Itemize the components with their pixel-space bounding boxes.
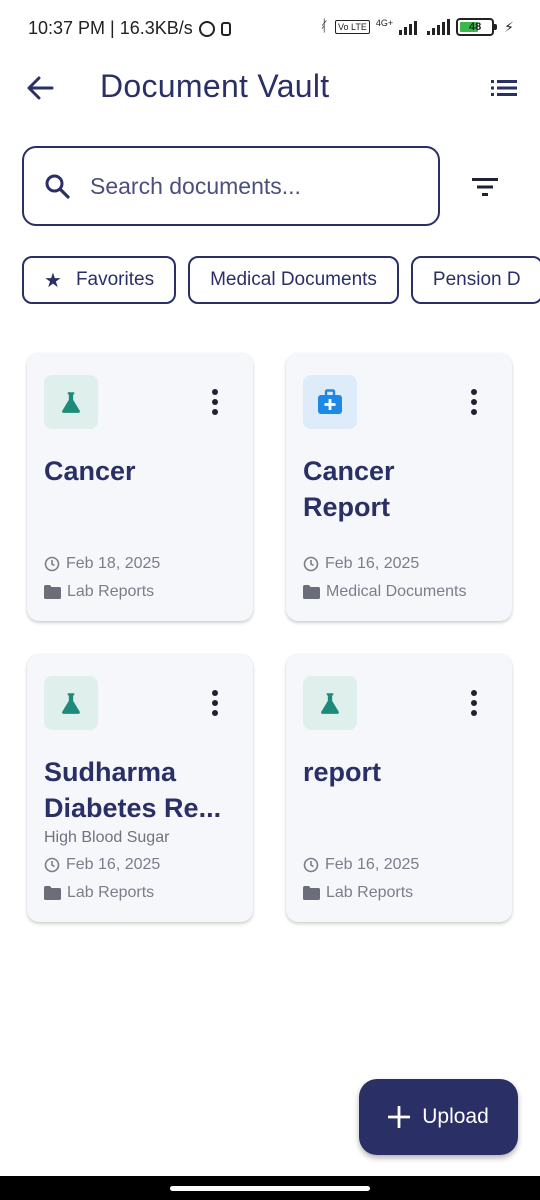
document-card[interactable]: Cancer Report Feb 16, 2025 Medical Docum… bbox=[286, 353, 512, 621]
more-options-button[interactable] bbox=[470, 389, 478, 415]
category-text: Medical Documents bbox=[326, 583, 467, 600]
more-options-button[interactable] bbox=[211, 389, 219, 415]
charging-icon: ⚡ bbox=[504, 18, 514, 35]
bluetooth-icon: ᚰ bbox=[319, 18, 330, 35]
medical-bag-icon bbox=[303, 375, 357, 429]
document-date: Feb 16, 2025 bbox=[303, 555, 419, 573]
folder-icon bbox=[303, 585, 320, 599]
network-type: 4G+ bbox=[375, 18, 394, 28]
battery-icon: 48 bbox=[456, 18, 498, 36]
filter-icon bbox=[472, 178, 498, 196]
notification-icon bbox=[220, 21, 231, 36]
upload-label: Upload bbox=[422, 1105, 489, 1128]
back-button[interactable] bbox=[22, 70, 58, 106]
clock-icon bbox=[44, 857, 60, 873]
signal-icon bbox=[399, 19, 418, 35]
system-nav-bar bbox=[0, 1176, 540, 1200]
document-title: Sudharma Diabetes Re... bbox=[44, 757, 222, 823]
date-text: Feb 18, 2025 bbox=[66, 555, 161, 572]
filter-button[interactable] bbox=[466, 168, 504, 206]
chip-medical-documents[interactable]: Medical Documents bbox=[188, 256, 399, 304]
chip-favorites[interactable]: ★ Favorites bbox=[22, 256, 177, 304]
date-text: Feb 16, 2025 bbox=[66, 856, 161, 873]
document-title: report bbox=[303, 757, 382, 787]
search-box[interactable] bbox=[22, 146, 440, 226]
folder-icon bbox=[44, 886, 61, 900]
volte-badge: Vo LTE bbox=[335, 20, 370, 34]
document-date: Feb 16, 2025 bbox=[44, 856, 160, 874]
more-options-button[interactable] bbox=[470, 690, 478, 716]
flask-icon bbox=[303, 676, 357, 730]
status-right: ᚰ Vo LTE 4G+ 48 ⚡ bbox=[319, 18, 514, 36]
whatsapp-icon bbox=[198, 20, 215, 37]
list-icon bbox=[491, 80, 517, 96]
app-header: Document Vault bbox=[0, 58, 540, 118]
status-left: 10:37 PM | 16.3KB/s bbox=[28, 18, 231, 39]
flask-icon bbox=[44, 375, 98, 429]
search-icon bbox=[42, 171, 72, 201]
home-gesture-handle[interactable] bbox=[170, 1186, 370, 1191]
clock-icon bbox=[44, 556, 60, 572]
category-text: Lab Reports bbox=[67, 583, 155, 600]
chip-label: Favorites bbox=[75, 269, 155, 290]
document-title: Cancer bbox=[44, 456, 136, 486]
category-text: Lab Reports bbox=[67, 884, 155, 901]
list-view-button[interactable] bbox=[486, 70, 522, 106]
search-input[interactable] bbox=[88, 171, 412, 201]
folder-icon bbox=[44, 585, 61, 599]
category-chips: ★ Favorites Medical Documents Pension D bbox=[22, 256, 540, 308]
status-time: 10:37 PM | 16.3KB/s bbox=[28, 18, 193, 38]
status-bar: 10:37 PM | 16.3KB/s ᚰ Vo LTE 4G+ 48 ⚡ bbox=[0, 0, 540, 58]
arrow-left-icon bbox=[27, 76, 54, 100]
battery-level: 48 bbox=[469, 21, 482, 33]
document-card[interactable]: Sudharma Diabetes Re... High Blood Sugar… bbox=[27, 654, 253, 922]
date-text: Feb 16, 2025 bbox=[325, 856, 420, 873]
upload-button[interactable]: Upload bbox=[359, 1079, 518, 1155]
chip-pension-documents[interactable]: Pension D bbox=[410, 256, 540, 304]
document-category: Medical Documents bbox=[303, 583, 467, 601]
signal-icon-2 bbox=[427, 19, 451, 35]
document-card[interactable]: report Feb 16, 2025 Lab Reports bbox=[286, 654, 512, 922]
document-date: Feb 16, 2025 bbox=[303, 856, 419, 874]
document-category: Lab Reports bbox=[44, 583, 154, 601]
date-text: Feb 16, 2025 bbox=[325, 555, 420, 572]
chip-label: Medical Documents bbox=[210, 269, 377, 290]
flask-icon bbox=[44, 676, 98, 730]
chip-label: Pension D bbox=[432, 269, 521, 290]
document-category: Lab Reports bbox=[44, 884, 154, 902]
folder-icon bbox=[303, 886, 320, 900]
document-subtitle: High Blood Sugar bbox=[44, 829, 170, 846]
star-icon: ★ bbox=[44, 269, 62, 292]
document-card[interactable]: Cancer Feb 18, 2025 Lab Reports bbox=[27, 353, 253, 621]
document-title: Cancer Report bbox=[303, 456, 395, 522]
plus-icon bbox=[388, 1106, 411, 1128]
page-title: Document Vault bbox=[100, 68, 330, 104]
document-category: Lab Reports bbox=[303, 884, 413, 902]
clock-icon bbox=[303, 556, 319, 572]
clock-icon bbox=[303, 857, 319, 873]
category-text: Lab Reports bbox=[326, 884, 414, 901]
more-options-button[interactable] bbox=[211, 690, 219, 716]
document-date: Feb 18, 2025 bbox=[44, 555, 160, 573]
